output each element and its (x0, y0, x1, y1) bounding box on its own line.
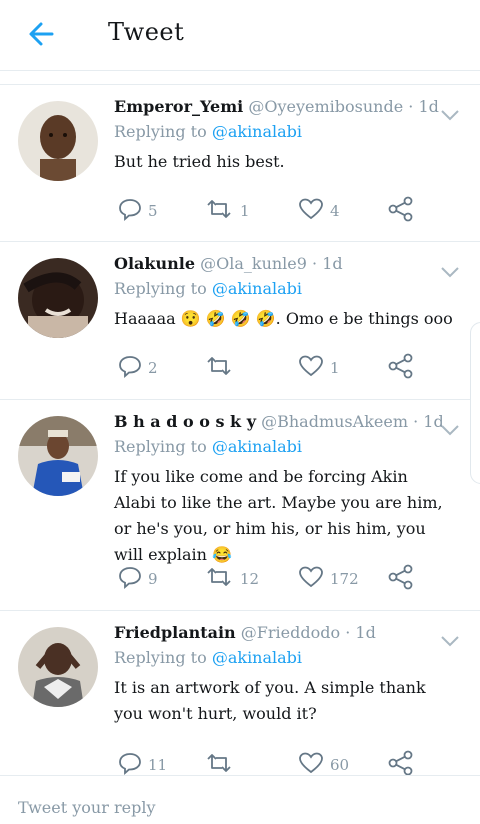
replying-to: Replying to @akinalabi (114, 122, 454, 141)
reply-count: 11 (148, 756, 168, 774)
timestamp: 1d (418, 97, 439, 116)
reply-count: 9 (148, 570, 158, 588)
tweet-item[interactable]: B h a d o o s k y @BhadmusAkeem · 1d Rep… (0, 400, 480, 611)
like-count: 4 (330, 202, 340, 220)
chevron-down-icon[interactable] (440, 264, 460, 278)
chevron-down-icon[interactable] (440, 633, 460, 647)
chevron-down-icon[interactable] (440, 107, 460, 121)
replying-label: Replying to (114, 279, 207, 298)
author-handle[interactable]: @Frieddodo (241, 623, 340, 642)
share-icon (388, 196, 414, 226)
share-icon (388, 353, 414, 383)
replying-label: Replying to (114, 122, 207, 141)
reply-composer: Tweet your reply (0, 775, 480, 824)
heart-icon (298, 354, 324, 382)
tweet-content: Friedplantain @Frieddodo · 1d Replying t… (114, 623, 454, 727)
reply-list: Emperor_Yemi @Oyeyemibosunde · 1d Replyi… (0, 85, 480, 782)
retweet-icon (204, 565, 234, 593)
replying-to: Replying to @akinalabi (114, 648, 454, 667)
retweet-count: 1 (240, 202, 250, 220)
author-name[interactable]: Emperor_Yemi (114, 97, 243, 116)
tweet-item[interactable]: Olakunle @Ola_kunle9 · 1d Replying to @a… (0, 242, 480, 400)
replying-to: Replying to @akinalabi (114, 437, 454, 456)
tweet-actions: 2 1 (114, 353, 434, 383)
replying-label: Replying to (114, 437, 207, 456)
avatar[interactable] (18, 416, 98, 496)
replying-label: Replying to (114, 648, 207, 667)
reply-icon (118, 354, 142, 382)
author-name[interactable]: Friedplantain (114, 623, 236, 642)
tweet-actions: 5 1 4 (114, 196, 434, 226)
back-arrow-icon[interactable] (24, 16, 60, 52)
avatar[interactable] (18, 627, 98, 707)
replying-to: Replying to @akinalabi (114, 279, 454, 298)
tweet-text: It is an artwork of you. A simple thank … (114, 678, 426, 723)
separator-dot: · (345, 623, 351, 642)
tweet-content: Emperor_Yemi @Oyeyemibosunde · 1d Replyi… (114, 97, 454, 175)
like-count: 60 (330, 756, 350, 774)
scroll-handle[interactable] (470, 322, 480, 484)
author-line: B h a d o o s k y @BhadmusAkeem · 1d (114, 412, 454, 431)
tweet-actions: 9 12 172 (114, 564, 434, 594)
author-handle[interactable]: @Oyeyemibosunde (248, 97, 403, 116)
tweet-text: If you like come and be forcing Akin Ala… (114, 467, 443, 564)
timestamp: 1d (355, 623, 376, 642)
timestamp: 1d (322, 254, 343, 273)
page-title: Tweet (108, 18, 185, 46)
reply-count: 5 (148, 202, 158, 220)
tweet-content: B h a d o o s k y @BhadmusAkeem · 1d Rep… (114, 412, 454, 568)
mention-link[interactable]: @akinalabi (212, 279, 302, 298)
like-count: 172 (330, 570, 359, 588)
retweet-button[interactable]: 12 (204, 565, 259, 593)
share-button[interactable] (388, 196, 414, 226)
separator-dot: · (413, 412, 419, 431)
avatar[interactable] (18, 258, 98, 338)
separator-dot: · (408, 97, 414, 116)
reply-count: 2 (148, 359, 158, 377)
like-button[interactable]: 4 (298, 197, 340, 225)
heart-icon (298, 197, 324, 225)
reply-button[interactable]: 5 (118, 197, 158, 225)
tweet-item[interactable]: Emperor_Yemi @Oyeyemibosunde · 1d Replyi… (0, 85, 480, 242)
share-button[interactable] (388, 564, 414, 594)
author-name[interactable]: Olakunle (114, 254, 195, 273)
share-button[interactable] (388, 353, 414, 383)
author-handle[interactable]: @BhadmusAkeem (261, 412, 408, 431)
chevron-down-icon[interactable] (440, 422, 460, 436)
heart-icon (298, 565, 324, 593)
mention-link[interactable]: @akinalabi (212, 437, 302, 456)
like-button[interactable]: 1 (298, 354, 340, 382)
retweet-button[interactable] (204, 354, 240, 382)
author-line: Emperor_Yemi @Oyeyemibosunde · 1d (114, 97, 454, 116)
share-icon (388, 564, 414, 594)
reply-button[interactable]: 2 (118, 354, 158, 382)
reply-input[interactable]: Tweet your reply (18, 798, 155, 817)
like-button[interactable]: 172 (298, 565, 359, 593)
tweet-item[interactable]: Friedplantain @Frieddodo · 1d Replying t… (0, 611, 480, 782)
retweet-count: 12 (240, 570, 260, 588)
author-line: Friedplantain @Frieddodo · 1d (114, 623, 454, 642)
mention-link[interactable]: @akinalabi (212, 122, 302, 141)
tweet-content: Olakunle @Ola_kunle9 · 1d Replying to @a… (114, 254, 454, 332)
reply-icon (118, 197, 142, 225)
author-handle[interactable]: @Ola_kunle9 (200, 254, 307, 273)
retweet-icon (204, 354, 234, 382)
author-line: Olakunle @Ola_kunle9 · 1d (114, 254, 454, 273)
avatar[interactable] (18, 101, 98, 181)
top-bar: Tweet (0, 0, 480, 71)
reply-button[interactable]: 9 (118, 565, 158, 593)
tweet-text: But he tried his best. (114, 152, 285, 171)
mention-link[interactable]: @akinalabi (212, 648, 302, 667)
retweet-button[interactable]: 1 (204, 197, 250, 225)
reply-icon (118, 565, 142, 593)
like-count: 1 (330, 359, 340, 377)
separator-dot: · (312, 254, 318, 273)
retweet-icon (204, 197, 234, 225)
author-name[interactable]: B h a d o o s k y (114, 412, 256, 431)
tweet-text: Haaaaa 😯 🤣 🤣 🤣. Omo e be things ooo (114, 309, 453, 328)
